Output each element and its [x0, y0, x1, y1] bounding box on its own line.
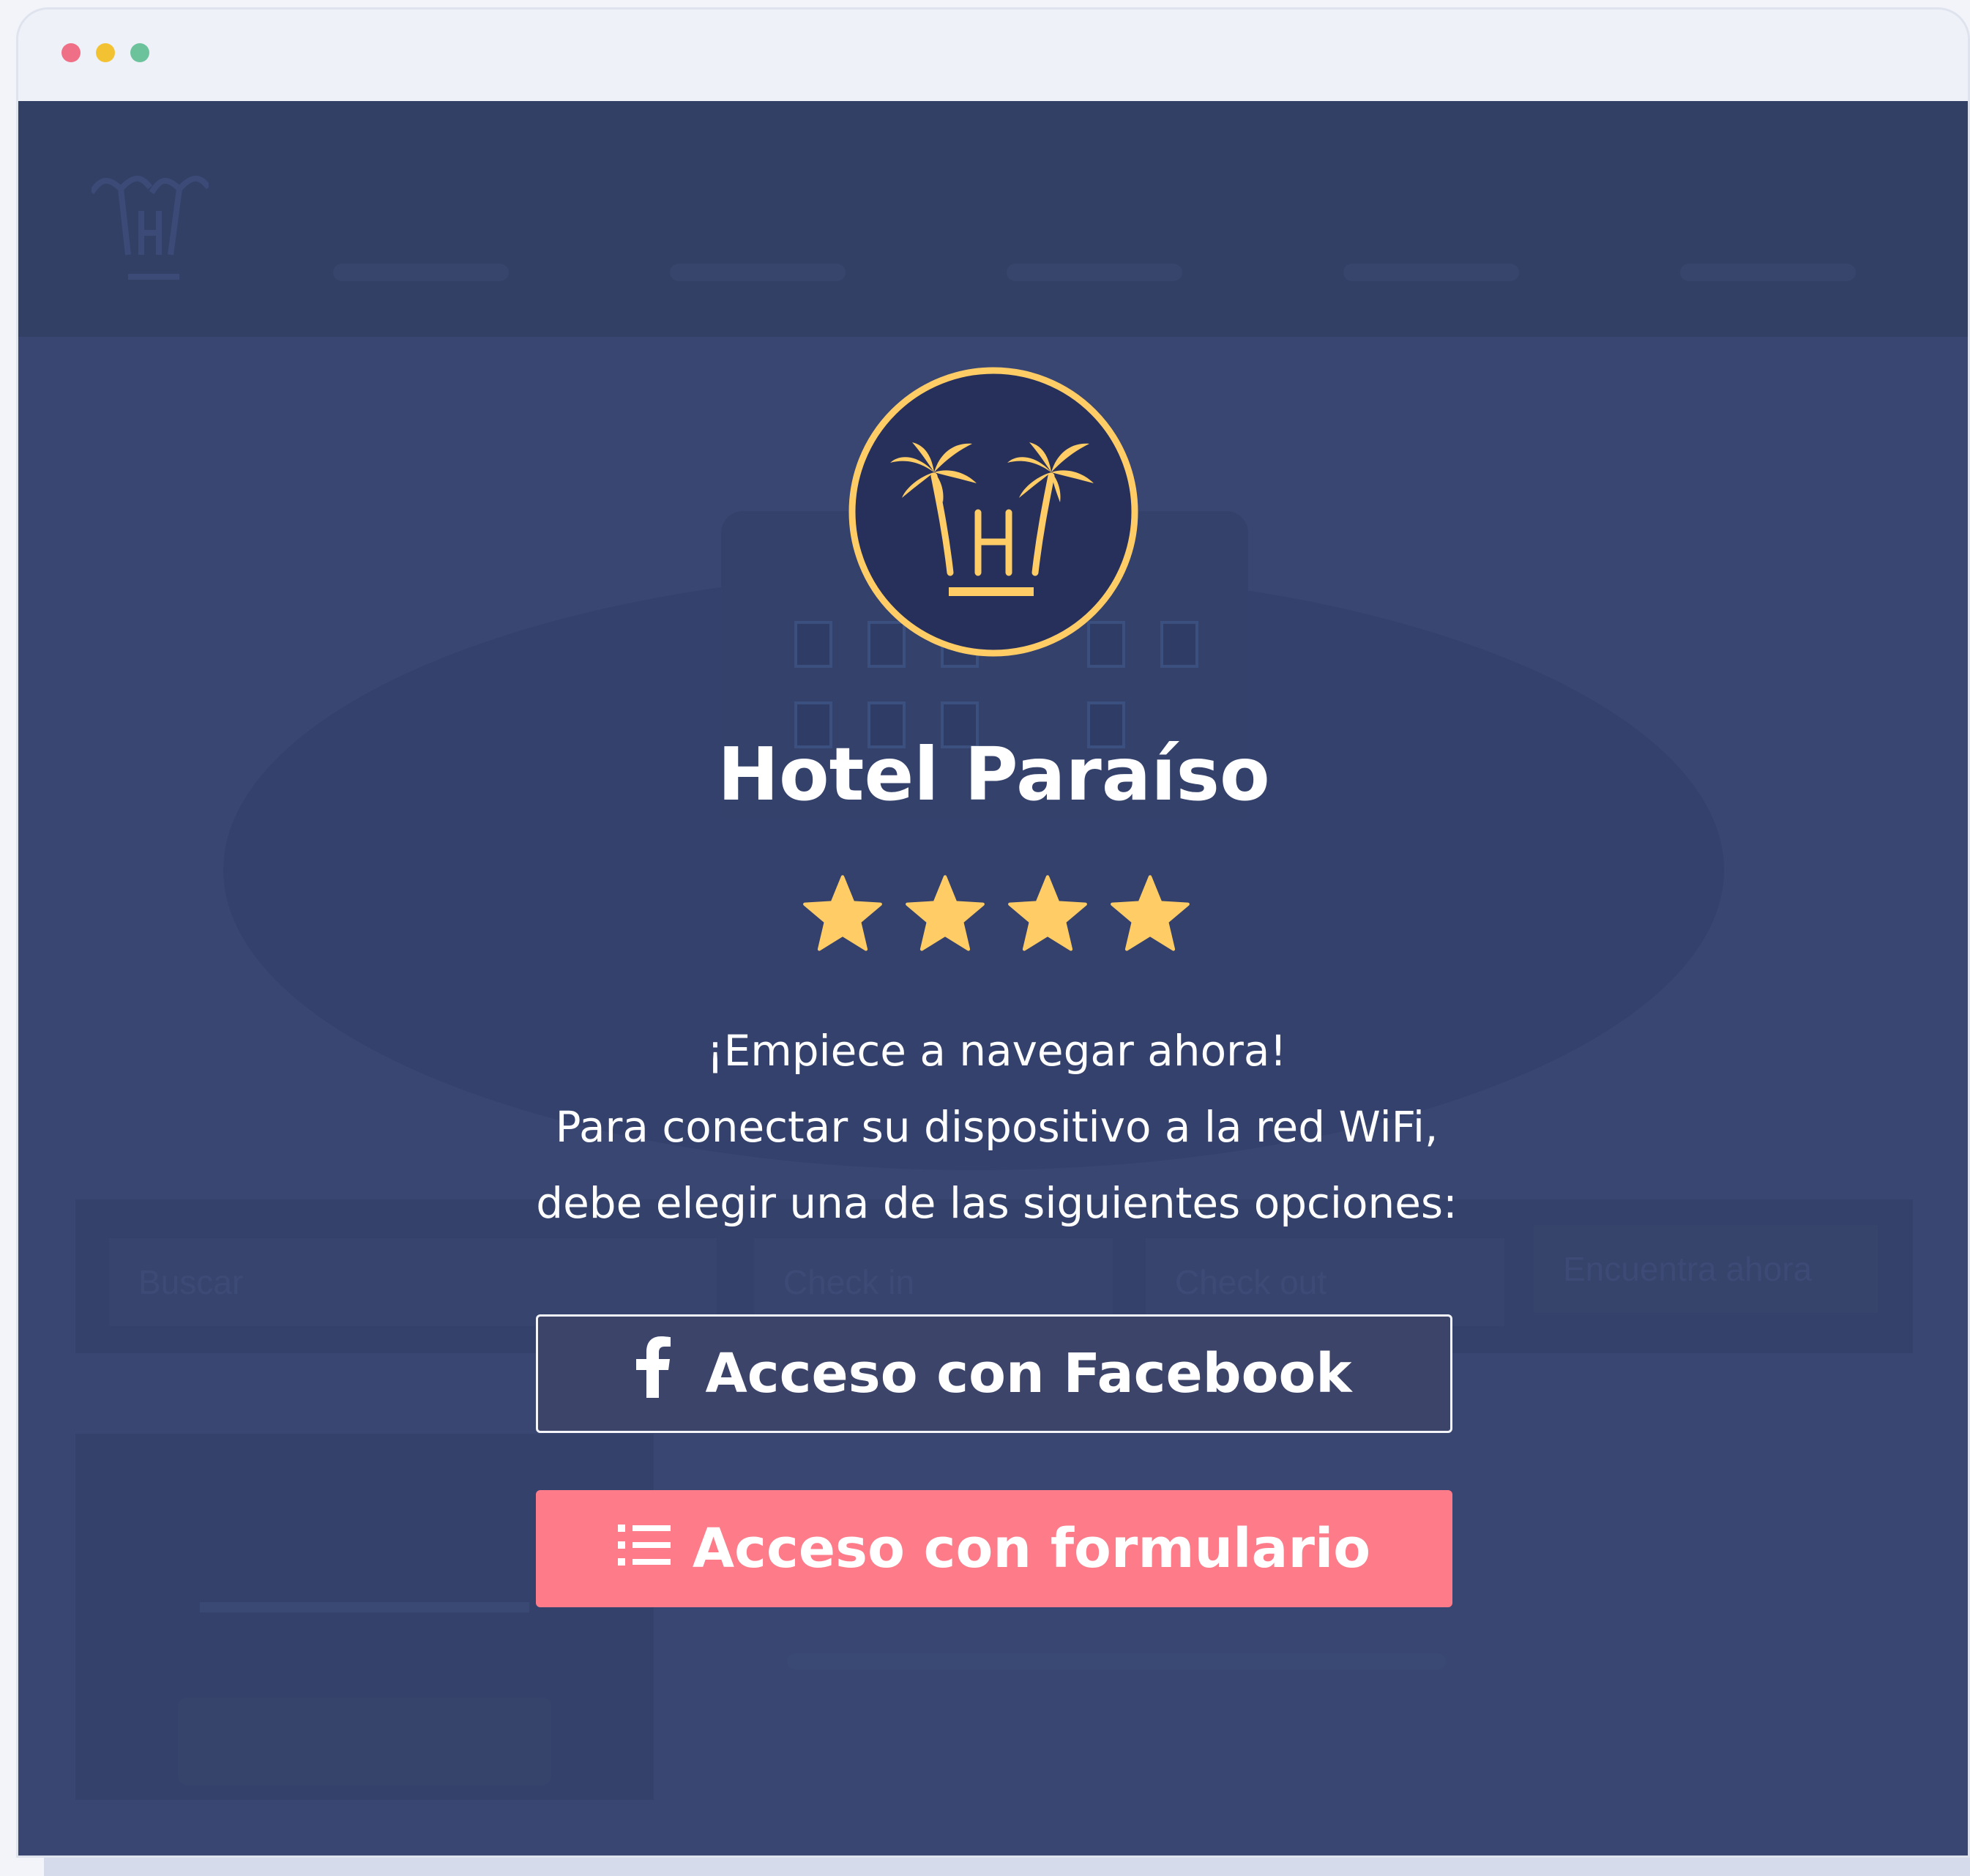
- background-window: [794, 621, 832, 668]
- minimize-window-button[interactable]: [96, 43, 115, 62]
- star-icon: [803, 875, 882, 951]
- maximize-window-button[interactable]: [130, 43, 149, 62]
- close-window-button[interactable]: [61, 43, 81, 62]
- star-icon: [1111, 875, 1190, 951]
- background-header: [18, 101, 1968, 337]
- background-nav-item: [333, 264, 509, 281]
- background-window: [1160, 621, 1198, 668]
- form-login-button[interactable]: Acceso con formulario: [536, 1490, 1452, 1607]
- palm-trees-logo-icon: [848, 367, 1138, 657]
- message-line: Para conectar su dispositivo a la red Wi…: [555, 1102, 1439, 1152]
- background-check-out: Check out: [1146, 1238, 1504, 1326]
- star-icon: [1008, 875, 1087, 951]
- facebook-login-button[interactable]: Acceso con Facebook: [536, 1314, 1452, 1433]
- page-viewport: Buscar Check in Check out Encuentra ahor…: [18, 101, 1968, 1855]
- background-nav-item: [1343, 264, 1519, 281]
- message-line: debe elegir una de las siguientes opcion…: [536, 1178, 1458, 1228]
- facebook-icon: [636, 1336, 671, 1411]
- background-nav-item: [1007, 264, 1182, 281]
- star-icon: [906, 875, 985, 951]
- background-nav-item: [670, 264, 846, 281]
- window-shadow: [44, 1858, 1970, 1876]
- background-search-input: Buscar: [109, 1238, 717, 1326]
- hotel-logo: [848, 366, 1139, 658]
- star-rating: [802, 874, 1190, 954]
- background-text-line: [787, 1653, 1446, 1670]
- form-login-label: Acceso con formulario: [692, 1517, 1371, 1580]
- title-bar: [18, 10, 1968, 100]
- welcome-message: ¡Empiece a navegar ahora! Para conectar …: [20, 1013, 1968, 1241]
- background-check-in: Check in: [754, 1238, 1113, 1326]
- background-logo-icon: [92, 175, 209, 280]
- message-line: ¡Empiece a navegar ahora!: [706, 1026, 1287, 1076]
- background-nav-item: [1680, 264, 1856, 281]
- list-icon: [617, 1517, 671, 1580]
- background-room-image: [75, 1434, 654, 1800]
- hotel-name: Hotel Paraíso: [717, 732, 1270, 817]
- facebook-login-label: Acceso con Facebook: [705, 1342, 1352, 1405]
- browser-window: Buscar Check in Check out Encuentra ahor…: [16, 7, 1970, 1858]
